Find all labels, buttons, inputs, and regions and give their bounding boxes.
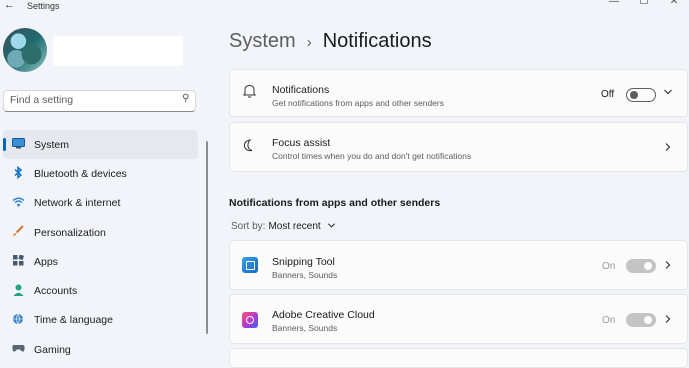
bell-icon: [242, 84, 257, 101]
maximize-icon[interactable]: ☐: [629, 0, 659, 7]
adobe-creative-cloud-icon: [242, 312, 258, 328]
sidebar-nav: System Bluetooth & devices Network & int…: [0, 130, 200, 364]
breadcrumb-separator: ›: [306, 34, 312, 51]
app-name: Snipping Tool: [272, 256, 335, 268]
title-bar: ← Settings — ☐ ✕: [0, 0, 689, 14]
monitor-icon: [11, 137, 25, 152]
app-title: Settings: [27, 1, 60, 11]
sidebar-item-network[interactable]: Network & internet: [0, 189, 200, 218]
sidebar-item-label: System: [34, 138, 70, 151]
app-row-snipping-tool[interactable]: Snipping Tool Banners, Sounds On: [229, 240, 688, 290]
globe-clock-icon: [11, 313, 25, 328]
search-box[interactable]: ⚲: [3, 90, 196, 112]
sidebar-item-time-language[interactable]: Time & language: [0, 306, 200, 335]
sidebar-item-label: Accounts: [34, 285, 78, 298]
app-row-partial[interactable]: [229, 348, 688, 368]
adobe-creative-cloud-toggle[interactable]: [626, 313, 656, 327]
window-controls: — ☐ ✕: [599, 0, 689, 7]
sidebar-item-label: Gaming: [34, 343, 71, 356]
toggle-knob: [644, 262, 652, 270]
focus-assist-card[interactable]: Focus assist Control times when you do a…: [229, 122, 688, 172]
search-icon[interactable]: ⚲: [182, 93, 189, 104]
breadcrumb: System › Notifications: [229, 30, 432, 53]
snipping-tool-icon: [242, 257, 258, 273]
toggle-knob: [644, 316, 652, 324]
chevron-down-icon: [327, 221, 336, 232]
sort-dropdown[interactable]: Sort by: Most recent: [231, 221, 336, 232]
wifi-icon: [11, 197, 25, 210]
toggle-knob: [630, 91, 638, 99]
toggle-state-label: Off: [601, 89, 615, 100]
card-description: Control times when you do and don't get …: [272, 151, 472, 161]
card-description: Get notifications from apps and other se…: [272, 98, 444, 108]
moon-icon: [243, 139, 255, 155]
sidebar-item-personalization[interactable]: Personalization: [0, 218, 200, 247]
user-name-redacted: [53, 36, 183, 66]
sidebar-item-label: Apps: [34, 255, 58, 268]
notifications-card[interactable]: Notifications Get notifications from app…: [229, 69, 688, 117]
card-title: Focus assist: [272, 137, 331, 149]
sidebar-item-apps[interactable]: Apps: [0, 247, 200, 276]
sort-label: Sort by:: [231, 221, 266, 232]
back-arrow-icon[interactable]: ←: [4, 0, 15, 11]
bluetooth-icon: [11, 165, 25, 182]
app-description: Banners, Sounds: [272, 270, 338, 280]
card-title: Notifications: [272, 84, 330, 96]
app-name: Adobe Creative Cloud: [272, 309, 375, 321]
section-heading: Notifications from apps and other sender…: [229, 197, 441, 209]
gamepad-icon: [11, 344, 25, 356]
page-title: Notifications: [322, 30, 432, 52]
chevron-right-icon[interactable]: [663, 260, 673, 273]
close-icon[interactable]: ✕: [659, 0, 689, 7]
toggle-state-label: On: [602, 261, 616, 272]
avatar[interactable]: [3, 28, 47, 72]
person-icon: [11, 284, 25, 299]
sidebar-item-label: Personalization: [34, 226, 106, 239]
search-input[interactable]: [10, 94, 170, 106]
sidebar-item-label: Time & language: [34, 314, 113, 327]
apps-icon: [11, 254, 25, 269]
notifications-toggle[interactable]: [626, 88, 656, 102]
active-indicator: [3, 138, 6, 151]
chevron-right-icon[interactable]: [663, 314, 673, 327]
breadcrumb-parent[interactable]: System: [229, 30, 296, 53]
sidebar-item-bluetooth[interactable]: Bluetooth & devices: [0, 159, 200, 188]
sidebar-item-accounts[interactable]: Accounts: [0, 276, 200, 305]
app-row-adobe-creative-cloud[interactable]: Adobe Creative Cloud Banners, Sounds On: [229, 294, 688, 344]
sidebar-item-label: Bluetooth & devices: [34, 167, 127, 180]
brush-icon: [11, 225, 25, 240]
chevron-down-icon[interactable]: [663, 87, 673, 100]
sidebar-item-label: Network & internet: [34, 197, 121, 210]
sidebar-item-system[interactable]: System: [3, 130, 198, 160]
sidebar-scrollbar[interactable]: [206, 141, 208, 334]
snipping-tool-toggle[interactable]: [626, 259, 656, 273]
minimize-icon[interactable]: —: [599, 0, 629, 7]
toggle-state-label: On: [602, 315, 616, 326]
sort-value: Most recent: [268, 221, 321, 232]
app-description: Banners, Sounds: [272, 323, 338, 333]
chevron-right-icon[interactable]: [663, 142, 673, 155]
